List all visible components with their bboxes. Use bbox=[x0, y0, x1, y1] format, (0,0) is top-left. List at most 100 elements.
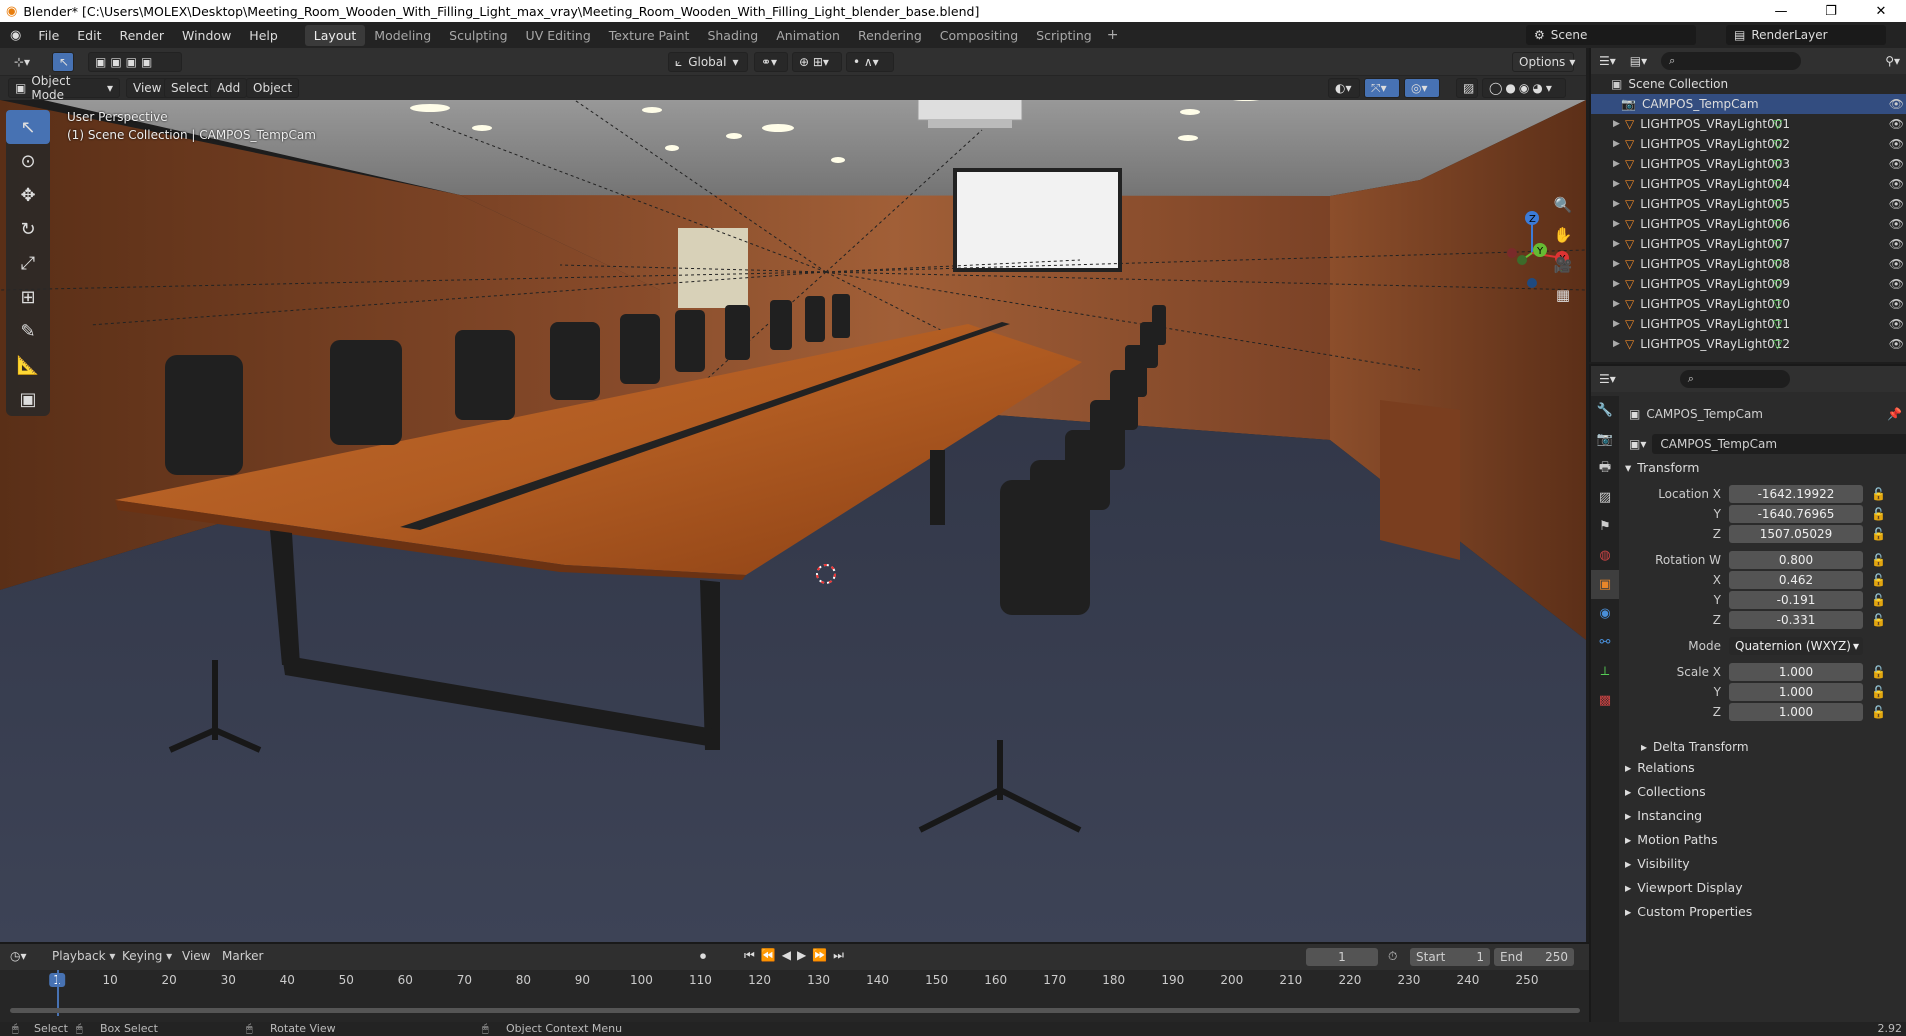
expand-arrow-icon[interactable]: ▶ bbox=[1613, 179, 1625, 189]
visibility-eye-icon[interactable]: 👁 bbox=[1889, 117, 1904, 131]
blender-menu-icon[interactable]: ◉ bbox=[0, 28, 29, 43]
timeline-menu-playback[interactable]: Playback ▾ bbox=[52, 949, 115, 963]
object-data-tab-icon[interactable]: ⟂ bbox=[1591, 657, 1619, 686]
properties-search-field[interactable]: ⌕ bbox=[1679, 370, 1790, 388]
pivot-point-dropdown[interactable]: ⚭▾ bbox=[754, 52, 788, 72]
outliner-editor-type-icon[interactable]: ☰▾ bbox=[1591, 54, 1624, 68]
lock-icon[interactable]: 🔓 bbox=[1871, 593, 1886, 607]
properties-section-header[interactable]: ▸ Collections bbox=[1625, 784, 1706, 799]
renderlayer-selector[interactable]: ▤ RenderLayer bbox=[1726, 25, 1886, 45]
filter-icon[interactable]: ⚲▾ bbox=[1885, 54, 1906, 68]
visibility-eye-icon[interactable]: 👁 bbox=[1889, 317, 1904, 331]
outliner-search-field[interactable]: ⌕ bbox=[1661, 52, 1802, 70]
zoom-icon[interactable]: 🔍 bbox=[1550, 192, 1576, 218]
snap-toggle[interactable]: ⊕ ⊞▾ bbox=[792, 52, 842, 72]
tab-texture-paint[interactable]: Texture Paint bbox=[600, 25, 699, 46]
viewport-menu-view[interactable]: View bbox=[126, 78, 169, 98]
constraints-tab-icon[interactable]: ⚯ bbox=[1591, 628, 1619, 657]
properties-section-header[interactable]: ▸ Visibility bbox=[1625, 856, 1690, 871]
editor-type-button[interactable]: ⊹▾ bbox=[8, 52, 42, 72]
properties-section-header[interactable]: ▸ Instancing bbox=[1625, 808, 1702, 823]
outliner-item[interactable]: ▶ ▽ LIGHTPOS_VRayLight006 ▽ 👁 bbox=[1591, 214, 1906, 234]
properties-section-header[interactable]: ▸ Custom Properties bbox=[1625, 904, 1752, 919]
tool-tab-icon[interactable]: 🔧 bbox=[1591, 396, 1619, 425]
rotation-x-field[interactable]: 0.462 bbox=[1729, 571, 1863, 589]
object-tab-icon[interactable]: ▣ bbox=[1591, 570, 1619, 599]
scene-collection-row[interactable]: ▣ Scene Collection bbox=[1591, 74, 1906, 94]
tab-modeling[interactable]: Modeling bbox=[365, 25, 440, 46]
visibility-icon[interactable]: ◐▾ bbox=[1328, 78, 1360, 98]
outliner-item[interactable]: ▶ ▽ LIGHTPOS_VRayLight007 ▽ 👁 bbox=[1591, 234, 1906, 254]
scene-tab-icon[interactable]: ⚑ bbox=[1591, 512, 1619, 541]
overlays-toggle-icon[interactable]: ◎▾ bbox=[1404, 78, 1440, 98]
outliner-item[interactable]: ▶ ▽ LIGHTPOS_VRayLight008 ▽ 👁 bbox=[1591, 254, 1906, 274]
expand-arrow-icon[interactable]: ▶ bbox=[1613, 219, 1625, 229]
camera-view-icon[interactable]: 🎥 bbox=[1550, 252, 1576, 278]
properties-section-header[interactable]: ▸ Motion Paths bbox=[1625, 832, 1718, 847]
properties-section-header[interactable]: ▸ Relations bbox=[1625, 760, 1695, 775]
tab-sculpting[interactable]: Sculpting bbox=[440, 25, 516, 46]
expand-arrow-icon[interactable]: ▶ bbox=[1613, 299, 1625, 309]
visibility-eye-icon[interactable]: 👁 bbox=[1889, 217, 1904, 231]
outliner-item[interactable]: 📷 CAMPOS_TempCam 👁 bbox=[1591, 94, 1906, 114]
rotation-w-field[interactable]: 0.800 bbox=[1729, 551, 1863, 569]
start-frame-field[interactable]: Start 1 bbox=[1410, 948, 1490, 966]
move-tool-icon[interactable]: ✥ bbox=[6, 178, 50, 212]
viewport-menu-select[interactable]: Select bbox=[164, 78, 216, 98]
lock-icon[interactable]: 🔓 bbox=[1871, 507, 1886, 521]
timeline-menu-keying[interactable]: Keying ▾ bbox=[122, 949, 172, 963]
playback-controls[interactable]: ⏮⏪◀▶⏩⏭ bbox=[744, 948, 850, 963]
outliner-item[interactable]: ▶ ▽ LIGHTPOS_VRayLight003 ▽ 👁 bbox=[1591, 154, 1906, 174]
scale-x-field[interactable]: 1.000 bbox=[1729, 663, 1863, 681]
tab-shading[interactable]: Shading bbox=[698, 25, 767, 46]
scale-z-field[interactable]: 1.000 bbox=[1729, 703, 1863, 721]
timeline-track-area[interactable] bbox=[0, 970, 1589, 1026]
expand-arrow-icon[interactable]: ▶ bbox=[1613, 279, 1625, 289]
xray-toggle-icon[interactable]: ▨ bbox=[1456, 78, 1478, 98]
expand-arrow-icon[interactable]: ▶ bbox=[1613, 259, 1625, 269]
menu-edit[interactable]: Edit bbox=[68, 28, 110, 43]
3d-viewport[interactable]: ↖ ⊙ ✥ ↻ ⤢ ⊞ ✎ 📐 ▣ User Perspective (1) S… bbox=[0, 100, 1586, 942]
preview-range-icon[interactable]: ⏱ bbox=[1388, 949, 1397, 964]
record-button-icon[interactable]: ⏺ bbox=[700, 949, 706, 964]
tab-rendering[interactable]: Rendering bbox=[849, 25, 931, 46]
outliner-item[interactable]: ▶ ▽ LIGHTPOS_VRayLight001 ▽ 👁 bbox=[1591, 114, 1906, 134]
delta-transform-header[interactable]: ▸ Delta Transform bbox=[1641, 740, 1749, 754]
visibility-eye-icon[interactable]: 👁 bbox=[1889, 337, 1904, 351]
lock-icon[interactable]: 🔓 bbox=[1871, 665, 1886, 679]
minimize-button[interactable]: — bbox=[1756, 4, 1806, 19]
lock-icon[interactable]: 🔓 bbox=[1871, 573, 1886, 587]
pan-hand-icon[interactable]: ✋ bbox=[1550, 222, 1576, 248]
object-mode-dropdown[interactable]: ▣ Object Mode ▾ bbox=[8, 74, 120, 102]
tab-uv-editing[interactable]: UV Editing bbox=[517, 25, 600, 46]
visibility-eye-icon[interactable]: 👁 bbox=[1889, 137, 1904, 151]
lock-icon[interactable]: 🔓 bbox=[1871, 553, 1886, 567]
menu-file[interactable]: File bbox=[29, 28, 68, 43]
add-workspace-icon[interactable]: + bbox=[1101, 27, 1125, 43]
viewport-menu-add[interactable]: Add bbox=[210, 78, 248, 98]
location-x-field[interactable]: -1642.19922 bbox=[1729, 485, 1863, 503]
lock-icon[interactable]: 🔓 bbox=[1871, 685, 1886, 699]
lock-icon[interactable]: 🔓 bbox=[1871, 487, 1886, 501]
menu-window[interactable]: Window bbox=[173, 28, 240, 43]
rotation-y-field[interactable]: -0.191 bbox=[1729, 591, 1863, 609]
expand-arrow-icon[interactable]: ▶ bbox=[1613, 199, 1625, 209]
maximize-button[interactable]: ❐ bbox=[1806, 4, 1856, 19]
outliner-item[interactable]: ▶ ▽ LIGHTPOS_VRayLight005 ▽ 👁 bbox=[1591, 194, 1906, 214]
rotation-mode-dropdown[interactable]: Quaternion (WXYZ) ▾ bbox=[1729, 637, 1863, 655]
lock-icon[interactable]: 🔓 bbox=[1871, 613, 1886, 627]
outliner-item[interactable]: ▶ ▽ LIGHTPOS_VRayLight002 ▽ 👁 bbox=[1591, 134, 1906, 154]
add-cube-tool-icon[interactable]: ▣ bbox=[6, 382, 50, 416]
outliner-item[interactable]: ▶ ▽ LIGHTPOS_VRayLight010 ▽ 👁 bbox=[1591, 294, 1906, 314]
tab-scripting[interactable]: Scripting bbox=[1027, 25, 1101, 46]
object-datablock-icon[interactable]: ▣▾ bbox=[1629, 437, 1646, 451]
physics-tab-icon[interactable]: ◉ bbox=[1591, 599, 1619, 628]
object-datablock-field[interactable]: CAMPOS_TempCam bbox=[1652, 434, 1906, 454]
frame-ruler[interactable]: 1102030405060708090100110120130140150160… bbox=[0, 970, 1589, 992]
options-dropdown[interactable]: Options ▾ bbox=[1512, 52, 1575, 72]
close-button[interactable]: ✕ bbox=[1856, 4, 1906, 19]
transform-orientation-dropdown[interactable]: ⟀ Global ▾ bbox=[668, 52, 748, 72]
properties-editor-type-icon[interactable]: ☰▾ bbox=[1591, 372, 1624, 386]
view-layer-tab-icon[interactable]: ▨ bbox=[1591, 483, 1619, 512]
tab-layout[interactable]: Layout bbox=[304, 24, 366, 46]
